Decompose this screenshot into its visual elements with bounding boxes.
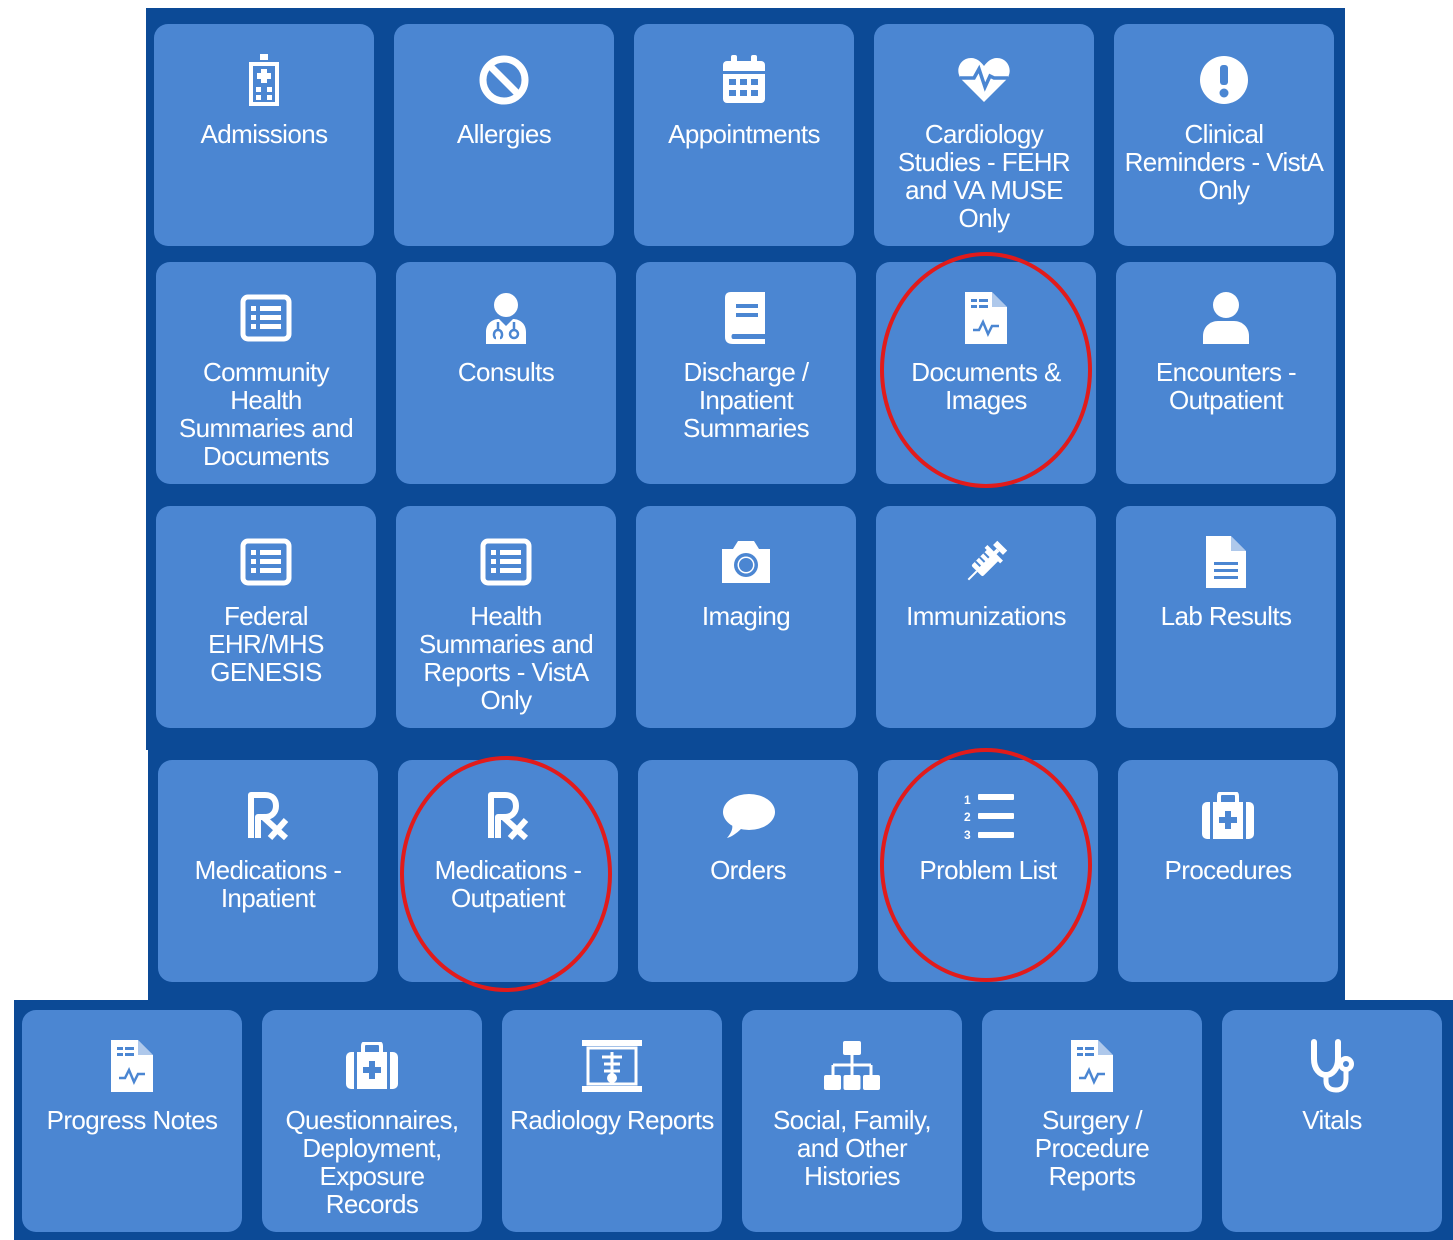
svg-text:1: 1 [964,793,971,807]
tile-problem-list[interactable]: 1 2 3 Problem List [878,760,1098,982]
tile-appointments[interactable]: Appointments [634,24,854,246]
prescription-icon [478,786,538,846]
svg-text:3: 3 [964,828,971,842]
book-icon [716,288,776,348]
tile-health-summaries-and-reports-vista-only[interactable]: Health Summaries and Reports - VistA Onl… [396,506,616,728]
tile-orders[interactable]: Orders [638,760,858,982]
sitemap-icon [822,1036,882,1096]
syringe-icon [956,532,1016,592]
tile-label: Health Summaries and Reports - VistA Onl… [418,601,594,715]
tile-medications-outpatient[interactable]: Medications - Outpatient [398,760,618,982]
tile-medications-inpatient[interactable]: Medications - Inpatient [158,760,378,982]
tile-label: Immunizations [906,601,1066,631]
tile-documents-images[interactable]: Documents & Images [876,262,1096,484]
tile-label: Imaging [701,601,791,631]
tile-label: Community Health Summaries and Documents [178,357,354,471]
tile-label: Discharge / Inpatient Summaries [682,357,810,443]
tile-questionnaires-deployment-exposure-records[interactable]: Questionnaires, Deployment, Exposure Rec… [262,1010,482,1232]
tile-label: Encounters - Outpatient [1155,357,1297,415]
tile-label: Progress Notes [46,1105,218,1135]
tile-imaging[interactable]: Imaging [636,506,856,728]
tile-progress-notes[interactable]: Progress Notes [22,1010,242,1232]
exclamation-circle-icon [1194,50,1254,110]
tile-label: Federal EHR/MHS GENESIS [208,601,324,687]
tile-label: Medications - Inpatient [194,855,342,913]
tile-lab-results[interactable]: Lab Results [1116,506,1336,728]
tile-label: Consults [457,357,555,387]
user-icon [1196,288,1256,348]
document-chart-icon [1062,1036,1122,1096]
tile-label: Lab Results [1160,601,1292,631]
tile-label: Procedures [1164,855,1293,885]
tile-admissions[interactable]: Admissions [154,24,374,246]
hospital-icon [234,50,294,110]
tile-social-family-and-other-histories[interactable]: Social, Family, and Other Histories [742,1010,962,1232]
tile-allergies[interactable]: Allergies [394,24,614,246]
list-box-icon [476,532,536,592]
tile-label: Social, Family, and Other Histories [772,1105,932,1191]
tile-label: Radiology Reports [510,1105,714,1135]
tile-radiology-reports[interactable]: Radiology Reports [502,1010,722,1232]
tile-federal-ehr-mhs-genesis[interactable]: Federal EHR/MHS GENESIS [156,506,376,728]
tile-label: Allergies [456,119,552,149]
tile-label: Surgery / Procedure Reports [1034,1105,1150,1191]
tile-label: Documents & Images [911,357,1061,415]
file-text-icon [1196,532,1256,592]
tile-immunizations[interactable]: Immunizations [876,506,1096,728]
tile-procedures[interactable]: Procedures [1118,760,1338,982]
tile-surgery-procedure-reports[interactable]: Surgery / Procedure Reports [982,1010,1202,1232]
tile-label: Admissions [200,119,329,149]
document-chart-icon [102,1036,162,1096]
svg-text:2: 2 [964,810,971,824]
tile-label: Cardiology Studies - FEHR and VA MUSE On… [897,119,1071,233]
document-chart-icon [956,288,1016,348]
medkit-icon [342,1036,402,1096]
list-box-icon [236,288,296,348]
tile-vitals[interactable]: Vitals [1222,1010,1442,1232]
medkit-icon [1198,786,1258,846]
tile-label: Vitals [1302,1105,1362,1135]
doctor-icon [476,288,536,348]
list-box-icon [236,532,296,592]
xray-icon [582,1036,642,1096]
tile-consults[interactable]: Consults [396,262,616,484]
stethoscope-icon [1302,1036,1362,1096]
calendar-icon [714,50,774,110]
tile-community-health-summaries-and-documents[interactable]: Community Health Summaries and Documents [156,262,376,484]
heartbeat-icon [954,50,1014,110]
prescription-icon [238,786,298,846]
camera-icon [716,532,776,592]
tile-label: Medications - Outpatient [434,855,582,913]
tile-label: Problem List [919,855,1057,885]
tile-cardiology-studies-fehr-and-va-muse-only[interactable]: Cardiology Studies - FEHR and VA MUSE On… [874,24,1094,246]
comment-icon [718,786,778,846]
numbered-list-icon: 1 2 3 [958,786,1018,846]
tile-label: Orders [710,855,786,885]
tile-clinical-reminders-vista-only[interactable]: Clinical Reminders - VistA Only [1114,24,1334,246]
tile-label: Questionnaires, Deployment, Exposure Rec… [285,1105,459,1219]
tile-discharge-inpatient-summaries[interactable]: Discharge / Inpatient Summaries [636,262,856,484]
tile-label: Appointments [668,119,820,149]
tile-label: Clinical Reminders - VistA Only [1124,119,1324,205]
prohibited-icon [474,50,534,110]
tile-encounters-outpatient[interactable]: Encounters - Outpatient [1116,262,1336,484]
